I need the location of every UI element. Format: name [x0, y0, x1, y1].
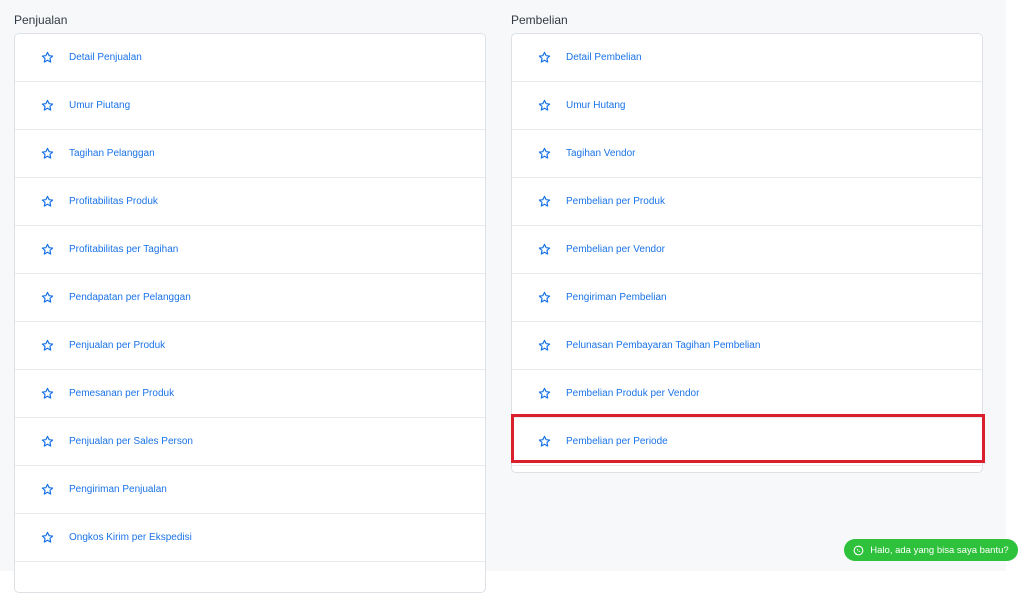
section-title-penjualan: Penjualan — [14, 13, 68, 27]
report-item-label: Pembelian per Produk — [566, 196, 665, 207]
star-icon[interactable] — [40, 387, 54, 401]
star-icon[interactable] — [40, 99, 54, 113]
report-item-umur-piutang[interactable]: Umur Piutang — [15, 82, 485, 130]
star-icon[interactable] — [537, 339, 551, 353]
report-item-label: Pendapatan per Pelanggan — [69, 292, 191, 303]
report-item-label: Tagihan Vendor — [566, 148, 636, 159]
report-item-tagihan-pelanggan[interactable]: Tagihan Pelanggan — [15, 130, 485, 178]
section-title-pembelian: Pembelian — [511, 13, 568, 27]
star-icon[interactable] — [537, 51, 551, 65]
report-item-tagihan-vendor[interactable]: Tagihan Vendor — [512, 130, 982, 178]
report-item-detail-penjualan[interactable]: Detail Penjualan — [15, 34, 485, 82]
report-item-pendapatan-per-pelanggan[interactable]: Pendapatan per Pelanggan — [15, 274, 485, 322]
report-item-pembelian-per-periode[interactable]: Pembelian per Periode — [512, 418, 982, 466]
star-icon[interactable] — [537, 291, 551, 305]
report-item-profitabilitas-per-tagihan[interactable]: Profitabilitas per Tagihan — [15, 226, 485, 274]
report-item-label: Pembelian per Periode — [566, 436, 668, 447]
star-icon[interactable] — [537, 387, 551, 401]
report-item-label: Pemesanan per Produk — [69, 388, 175, 399]
report-item-pemesanan-per-produk[interactable]: Pemesanan per Produk — [15, 370, 485, 418]
report-item-penjualan-per-sales-person[interactable]: Penjualan per Sales Person — [15, 418, 485, 466]
star-icon[interactable] — [537, 195, 551, 209]
star-icon[interactable] — [40, 339, 54, 353]
report-item-penjualan-per-produk[interactable]: Penjualan per Produk — [15, 322, 485, 370]
star-icon[interactable] — [40, 291, 54, 305]
report-item-label: Pembelian per Vendor — [566, 244, 665, 255]
report-item-pengiriman-penjualan[interactable]: Pengiriman Penjualan — [15, 466, 485, 514]
report-item-label: Pengiriman Penjualan — [69, 484, 167, 495]
star-icon[interactable] — [40, 195, 54, 209]
report-item-pembelian-per-vendor[interactable]: Pembelian per Vendor — [512, 226, 982, 274]
star-icon[interactable] — [40, 531, 54, 545]
report-item-detail-pembelian[interactable]: Detail Pembelian — [512, 34, 982, 82]
report-item-label: Pelunasan Pembayaran Tagihan Pembelian — [566, 340, 761, 351]
report-item-ongkos-kirim-per-ekspedisi[interactable]: Ongkos Kirim per Ekspedisi — [15, 514, 485, 562]
star-icon[interactable] — [40, 435, 54, 449]
star-icon[interactable] — [40, 483, 54, 497]
penjualan-report-list: Detail Penjualan Umur Piutang Tagihan Pe… — [14, 33, 486, 593]
report-item-label: Detail Penjualan — [69, 52, 142, 63]
star-icon[interactable] — [40, 147, 54, 161]
star-icon[interactable] — [537, 243, 551, 257]
star-icon[interactable] — [537, 147, 551, 161]
report-item-label: Tagihan Pelanggan — [69, 148, 155, 159]
report-item-label: Profitabilitas Produk — [69, 196, 158, 207]
report-item-umur-hutang[interactable]: Umur Hutang — [512, 82, 982, 130]
report-item-label: Umur Hutang — [566, 100, 626, 111]
report-item-label: Penjualan per Produk — [69, 340, 166, 351]
star-icon[interactable] — [40, 51, 54, 65]
report-item-pembelian-produk-per-vendor[interactable]: Pembelian Produk per Vendor — [512, 370, 982, 418]
report-item-label: Detail Pembelian — [566, 52, 642, 63]
pembelian-report-list: Detail Pembelian Umur Hutang Tagihan Ven… — [511, 33, 983, 473]
content-area: Penjualan Pembelian Detail Penjualan Umu… — [0, 0, 1006, 593]
report-item-label: Ongkos Kirim per Ekspedisi — [69, 532, 192, 543]
report-item-pengiriman-pembelian[interactable]: Pengiriman Pembelian — [512, 274, 982, 322]
report-item-pelunasan-pembayaran-tagihan-pembelian[interactable]: Pelunasan Pembayaran Tagihan Pembelian — [512, 322, 982, 370]
chat-help-button[interactable]: Halo, ada yang bisa saya bantu? — [844, 539, 1018, 561]
report-item-profitabilitas-produk[interactable]: Profitabilitas Produk — [15, 178, 485, 226]
report-item-pembelian-per-produk[interactable]: Pembelian per Produk — [512, 178, 982, 226]
star-icon[interactable] — [40, 243, 54, 257]
report-item-label: Pengiriman Pembelian — [566, 292, 667, 303]
star-icon[interactable] — [537, 99, 551, 113]
report-item-label: Profitabilitas per Tagihan — [69, 244, 179, 255]
report-item-label: Umur Piutang — [69, 100, 131, 111]
star-icon[interactable] — [537, 435, 551, 449]
chat-help-label: Halo, ada yang bisa saya bantu? — [870, 544, 1009, 556]
report-item-label: Pembelian Produk per Vendor — [566, 388, 700, 399]
report-item-label: Penjualan per Sales Person — [69, 436, 193, 447]
whatsapp-icon — [853, 545, 864, 556]
